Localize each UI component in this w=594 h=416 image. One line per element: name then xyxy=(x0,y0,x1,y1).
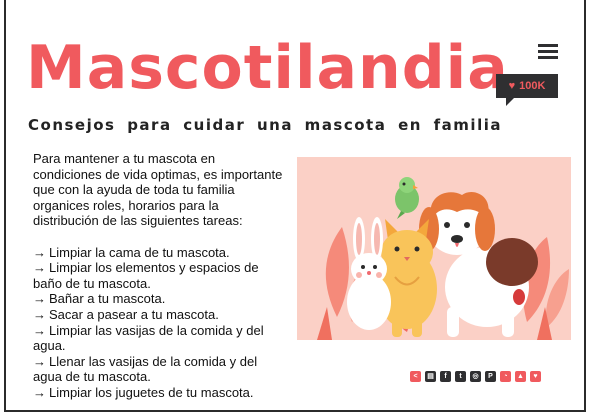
pinterest-icon[interactable]: P xyxy=(485,371,496,382)
task-text: Limpiar la cama de tu mascota. xyxy=(49,244,230,260)
article-body: Para mantener a tu mascota en condicione… xyxy=(33,151,285,401)
instagram-icon[interactable]: ◎ xyxy=(470,371,481,382)
task-text: Limpiar los juguetes de tu mascota. xyxy=(49,384,254,400)
arrow-icon: → xyxy=(33,322,46,338)
twitter-icon[interactable]: t xyxy=(455,371,466,382)
social-icons-bar: < ▤ f t ◎ P ◔ ▲ ♥ xyxy=(410,371,541,383)
intro-paragraph: Para mantener a tu mascota en condicione… xyxy=(33,151,283,229)
page-subtitle: Consejos para cuidar una mascota en fami… xyxy=(28,116,502,134)
task-list: → Limpiar la cama de tu mascota. → Limpiar… xyxy=(33,245,285,401)
pets-illustration-svg xyxy=(317,177,569,340)
menu-bar xyxy=(538,44,558,47)
heart-icon: ♥ xyxy=(508,80,516,92)
arrow-icon: → xyxy=(33,384,46,400)
site-logo[interactable]: Mascotilandia xyxy=(26,28,508,108)
arrow-icon: → xyxy=(33,244,46,260)
task-item: → Limpiar los juguetes de tu mascota. xyxy=(33,385,285,401)
task-item: → Limpiar la cama de tu mascota. xyxy=(33,245,285,261)
arrow-icon: → xyxy=(33,353,46,369)
task-text: Sacar a pasear a tu mascota. xyxy=(49,306,219,322)
arrow-icon: → xyxy=(33,291,46,307)
likes-count: 100K xyxy=(519,80,546,92)
task-item: → Limpiar los elementos y espacios de bañ… xyxy=(33,260,285,291)
favorite-icon[interactable]: ♥ xyxy=(530,371,541,382)
task-item: → Sacar a pasear a tu mascota. xyxy=(33,307,285,323)
rss-icon[interactable]: ◔ xyxy=(500,371,511,382)
print-icon[interactable]: ▤ xyxy=(425,371,436,382)
pets-illustration xyxy=(297,157,571,340)
like-icon[interactable]: ▲ xyxy=(515,371,526,382)
task-text: Llenar las vasijas de la comida y del ag… xyxy=(33,353,258,385)
share-icon[interactable]: < xyxy=(410,371,421,382)
task-item: → Llenar las vasijas de la comida y del a… xyxy=(33,354,285,385)
task-text: Limpiar los elementos y espacios de baño… xyxy=(33,260,259,291)
facebook-icon[interactable]: f xyxy=(440,371,451,382)
menu-bar xyxy=(538,50,558,53)
task-item: → Bañar a tu mascota. xyxy=(33,291,285,307)
bird-figure xyxy=(395,177,419,219)
menu-bar xyxy=(538,56,558,59)
task-item: → Limpiar las vasijas de la comida y del … xyxy=(33,323,285,354)
arrow-icon: → xyxy=(33,260,46,276)
rabbit-figure xyxy=(347,217,391,330)
task-text: Limpiar las vasijas de la comida y del a… xyxy=(33,322,264,354)
arrow-icon: → xyxy=(33,306,46,322)
task-text: Bañar a tu mascota. xyxy=(49,291,166,307)
hamburger-menu-icon[interactable] xyxy=(538,42,560,60)
likes-badge[interactable]: ♥ 100K xyxy=(496,74,558,106)
dog-figure xyxy=(419,192,538,337)
